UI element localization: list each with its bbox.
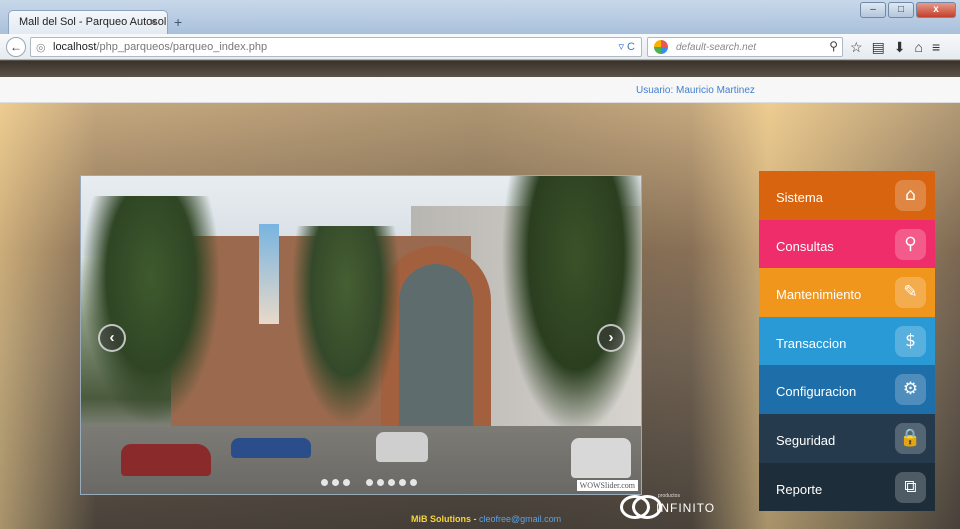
slide-dot[interactable] <box>399 479 406 486</box>
maximize-button[interactable]: □ <box>888 2 914 18</box>
menu-item-transaccion[interactable]: Transaccion $ <box>759 316 935 366</box>
reload-icon[interactable]: ▿ C <box>618 40 635 53</box>
footer-brand: MiB Solutions <box>411 514 471 524</box>
slide-dot[interactable] <box>410 479 417 486</box>
slide-car <box>121 444 211 476</box>
menu-item-reporte[interactable]: Reporte ⧉ <box>759 462 935 512</box>
download-icon[interactable]: ⬇ <box>894 39 906 56</box>
slide-dot[interactable] <box>343 479 350 486</box>
search-placeholder: default-search.net <box>676 42 757 53</box>
menu-icon[interactable]: ≡ <box>932 39 940 56</box>
menu-item-label: Seguridad <box>776 432 836 448</box>
slide-dot[interactable] <box>388 479 395 486</box>
next-slide-button[interactable]: › <box>597 324 625 352</box>
pencil-icon: ✎ <box>895 277 926 309</box>
home-browser-icon[interactable]: ⌂ <box>915 39 923 56</box>
menu-item-seguridad[interactable]: Seguridad 🔒 <box>759 413 935 463</box>
logo-big-text: INFINITO <box>656 501 716 515</box>
slide-dots <box>321 479 417 486</box>
top-decor-strip <box>0 61 960 77</box>
moneybag-icon: $ <box>895 325 926 357</box>
menu-item-sistema[interactable]: Sistema ⌂ <box>759 171 935 220</box>
bookmark-star-icon[interactable]: ☆ <box>850 39 863 56</box>
main-menu: Sistema ⌂ Consultas ⚲ Mantenimiento ✎ Transacc… <box>759 171 935 512</box>
slide-car <box>376 432 428 462</box>
dot-spacer <box>354 479 362 486</box>
minimize-button[interactable]: – <box>860 2 886 18</box>
slide-car <box>571 438 631 478</box>
search-icon[interactable]: ⚲ <box>829 39 838 53</box>
slide-banner <box>259 224 279 324</box>
menu-item-label: Reporte <box>776 481 823 497</box>
menu-item-mantenimiento[interactable]: Mantenimiento ✎ <box>759 268 935 317</box>
slide-dot[interactable] <box>366 479 373 486</box>
url-path: /php_parqueos/parqueo_index.php <box>96 41 268 53</box>
footer-separator: - <box>471 514 479 524</box>
navigation-bar: ← ◎ localhost/php_parqueos/parqueo_index… <box>0 34 960 60</box>
logo-small-text: productos <box>658 493 680 499</box>
gear-icon: ⚙ <box>895 374 926 406</box>
user-bar: Usuario: Mauricio Martinez <box>0 77 960 103</box>
close-window-button[interactable]: x <box>916 2 956 18</box>
copy-icon: ⧉ <box>895 471 926 503</box>
slide-dot[interactable] <box>377 479 384 486</box>
menu-item-consultas[interactable]: Consultas ⚲ <box>759 219 935 269</box>
back-button[interactable]: ← <box>6 37 26 57</box>
slide-palm <box>291 226 401 426</box>
menu-item-label: Configuracion <box>776 384 857 400</box>
prev-slide-button[interactable]: ‹ <box>98 324 126 352</box>
background-image: ‹ › WOWSlider.com Sistema ⌂ Consultas ⚲ Mant… <box>0 103 960 529</box>
toolbar-icons: ☆ ▤ ⬇ ⌂ ≡ <box>850 39 940 56</box>
browser-tab[interactable]: Mall del Sol - Parqueo Autosol × <box>8 10 168 34</box>
window-controls: – □ x <box>860 2 956 18</box>
browser-window: Mall del Sol - Parqueo Autosol × + – □ x… <box>0 0 960 529</box>
tab-close-icon[interactable]: × <box>150 15 157 29</box>
slide-car <box>231 438 311 458</box>
search-icon: ⚲ <box>895 228 926 260</box>
page-content: Usuario: Mauricio Martinez ‹ › WOWSlider… <box>0 61 960 529</box>
new-tab-button[interactable]: + <box>174 14 182 30</box>
search-engine-icon[interactable] <box>654 40 668 54</box>
footer: MiB Solutions - cleofree@gmail.com produ… <box>0 493 960 529</box>
reading-list-icon[interactable]: ▤ <box>872 39 885 56</box>
menu-item-label: Mantenimiento <box>776 287 862 303</box>
address-bar[interactable]: ◎ localhost/php_parqueos/parqueo_index.p… <box>30 37 642 57</box>
slide-dot[interactable] <box>321 479 328 486</box>
tab-title: Mall del Sol - Parqueo Autosol <box>19 16 167 28</box>
footer-email[interactable]: cleofree@gmail.com <box>479 514 561 524</box>
search-bar[interactable]: default-search.net ⚲ <box>647 37 843 57</box>
image-slider[interactable]: ‹ › WOWSlider.com <box>80 175 642 495</box>
menu-item-label: Consultas <box>776 238 834 254</box>
slide-palm <box>81 196 221 426</box>
slide-palm <box>501 176 641 436</box>
lock-icon: 🔒 <box>895 422 926 454</box>
menu-item-label: Sistema <box>776 190 823 205</box>
user-label: Usuario: Mauricio Martinez <box>636 85 755 96</box>
infinito-logo: productos INFINITO <box>620 489 716 525</box>
slide-dot[interactable] <box>332 479 339 486</box>
title-bar: Mall del Sol - Parqueo Autosol × + – □ x <box>0 0 960 34</box>
globe-icon: ◎ <box>36 42 46 54</box>
menu-item-label: Transaccion <box>776 335 847 351</box>
menu-item-configuracion[interactable]: Configuracion ⚙ <box>759 365 935 414</box>
footer-text: MiB Solutions - cleofree@gmail.com <box>411 514 561 524</box>
url-host: localhost <box>53 41 97 53</box>
home-icon: ⌂ <box>895 180 926 211</box>
